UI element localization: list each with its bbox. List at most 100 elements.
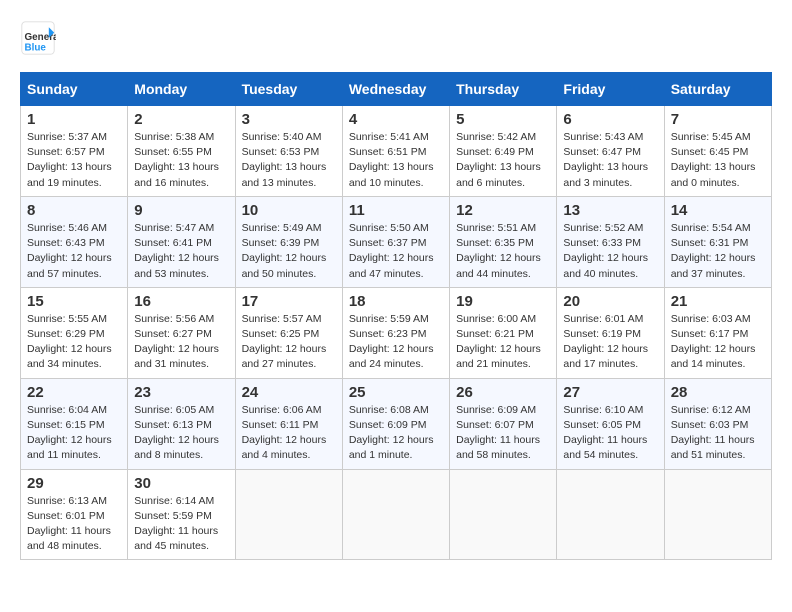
daylight-hours: Daylight: 12 hours and 17 minutes. bbox=[563, 342, 657, 372]
calendar-week-row: 15Sunrise: 5:55 AMSunset: 6:29 PMDayligh… bbox=[21, 287, 772, 378]
day-number: 19 bbox=[456, 293, 550, 310]
calendar-cell: 27 Sunrise: 6:10 AMSunset: 6:05 PMDayligh… bbox=[557, 378, 664, 469]
sunset-info: Sunset: 6:09 PM bbox=[349, 418, 443, 433]
calendar-table: SundayMondayTuesdayWednesdayThursdayFrid… bbox=[20, 72, 772, 560]
sunset-info: Sunset: 6:37 PM bbox=[349, 236, 443, 251]
sunset-info: Sunset: 6:57 PM bbox=[27, 145, 121, 160]
day-number: 17 bbox=[242, 293, 336, 310]
sunrise-info: Sunrise: 5:37 AM bbox=[27, 130, 121, 145]
calendar-cell: 12 Sunrise: 5:51 AMSunset: 6:35 PMDayligh… bbox=[450, 196, 557, 287]
calendar-cell: 10Sunrise: 5:49 AMSunset: 6:39 PMDayligh… bbox=[235, 196, 342, 287]
daylight-hours: Daylight: 11 hours and 45 minutes. bbox=[134, 524, 228, 554]
calendar-cell: 6Sunrise: 5:43 AMSunset: 6:47 PMDaylight… bbox=[557, 106, 664, 197]
day-number: 13 bbox=[563, 202, 657, 219]
calendar-cell: 30 Sunrise: 6:14 AMSunset: 5:59 PMDayligh… bbox=[128, 469, 235, 560]
daylight-hours: Daylight: 12 hours and 27 minutes. bbox=[242, 342, 336, 372]
daylight-hours: Daylight: 12 hours and 4 minutes. bbox=[242, 433, 336, 463]
calendar-cell bbox=[342, 469, 449, 560]
daylight-hours: Daylight: 12 hours and 47 minutes. bbox=[349, 251, 443, 281]
day-number: 30 bbox=[134, 475, 228, 492]
sunset-info: Sunset: 6:43 PM bbox=[27, 236, 121, 251]
calendar-cell: 24 Sunrise: 6:06 AMSunset: 6:11 PMDayligh… bbox=[235, 378, 342, 469]
sunset-info: Sunset: 6:23 PM bbox=[349, 327, 443, 342]
daylight-hours: Daylight: 12 hours and 34 minutes. bbox=[27, 342, 121, 372]
calendar-week-row: 29Sunrise: 6:13 AMSunset: 6:01 PMDayligh… bbox=[21, 469, 772, 560]
sunrise-info: Sunrise: 6:10 AM bbox=[563, 403, 657, 418]
day-info: Sunrise: 6:06 AMSunset: 6:11 PMDaylight:… bbox=[242, 403, 336, 464]
day-info: Sunrise: 6:10 AMSunset: 6:05 PMDaylight:… bbox=[563, 403, 657, 464]
day-number: 14 bbox=[671, 202, 765, 219]
sunrise-info: Sunrise: 5:49 AM bbox=[242, 221, 336, 236]
sunset-info: Sunset: 6:29 PM bbox=[27, 327, 121, 342]
day-info: Sunrise: 5:50 AMSunset: 6:37 PMDaylight:… bbox=[349, 221, 443, 282]
day-info: Sunrise: 5:57 AMSunset: 6:25 PMDaylight:… bbox=[242, 312, 336, 373]
sunrise-info: Sunrise: 6:06 AM bbox=[242, 403, 336, 418]
day-of-week-header: Sunday bbox=[21, 73, 128, 106]
calendar-cell bbox=[664, 469, 771, 560]
daylight-hours: Daylight: 13 hours and 10 minutes. bbox=[349, 160, 443, 190]
day-number: 7 bbox=[671, 111, 765, 128]
sunset-info: Sunset: 6:55 PM bbox=[134, 145, 228, 160]
daylight-hours: Daylight: 12 hours and 50 minutes. bbox=[242, 251, 336, 281]
sunset-info: Sunset: 6:01 PM bbox=[27, 509, 121, 524]
sunset-info: Sunset: 6:53 PM bbox=[242, 145, 336, 160]
sunrise-info: Sunrise: 5:47 AM bbox=[134, 221, 228, 236]
daylight-hours: Daylight: 13 hours and 0 minutes. bbox=[671, 160, 765, 190]
day-number: 5 bbox=[456, 111, 550, 128]
daylight-hours: Daylight: 11 hours and 48 minutes. bbox=[27, 524, 121, 554]
sunset-info: Sunset: 6:39 PM bbox=[242, 236, 336, 251]
sunrise-info: Sunrise: 5:41 AM bbox=[349, 130, 443, 145]
sunset-info: Sunset: 6:07 PM bbox=[456, 418, 550, 433]
calendar-cell: 13Sunrise: 5:52 AMSunset: 6:33 PMDayligh… bbox=[557, 196, 664, 287]
logo: General Blue bbox=[20, 20, 62, 56]
day-number: 21 bbox=[671, 293, 765, 310]
day-info: Sunrise: 5:59 AMSunset: 6:23 PMDaylight:… bbox=[349, 312, 443, 373]
day-info: Sunrise: 6:14 AMSunset: 5:59 PMDaylight:… bbox=[134, 494, 228, 555]
day-of-week-header: Tuesday bbox=[235, 73, 342, 106]
daylight-hours: Daylight: 12 hours and 40 minutes. bbox=[563, 251, 657, 281]
calendar-cell: 20Sunrise: 6:01 AMSunset: 6:19 PMDayligh… bbox=[557, 287, 664, 378]
day-info: Sunrise: 5:37 AMSunset: 6:57 PMDaylight:… bbox=[27, 130, 121, 191]
day-number: 1 bbox=[27, 111, 121, 128]
calendar-cell: 15Sunrise: 5:55 AMSunset: 6:29 PMDayligh… bbox=[21, 287, 128, 378]
day-info: Sunrise: 5:51 AMSunset: 6:35 PMDaylight:… bbox=[456, 221, 550, 282]
day-info: Sunrise: 5:38 AMSunset: 6:55 PMDaylight:… bbox=[134, 130, 228, 191]
sunset-info: Sunset: 6:11 PM bbox=[242, 418, 336, 433]
calendar-week-row: 1Sunrise: 5:37 AMSunset: 6:57 PMDaylight… bbox=[21, 106, 772, 197]
day-number: 8 bbox=[27, 202, 121, 219]
sunrise-info: Sunrise: 5:54 AM bbox=[671, 221, 765, 236]
sunset-info: Sunset: 5:59 PM bbox=[134, 509, 228, 524]
day-number: 9 bbox=[134, 202, 228, 219]
sunrise-info: Sunrise: 6:13 AM bbox=[27, 494, 121, 509]
day-info: Sunrise: 6:12 AMSunset: 6:03 PMDaylight:… bbox=[671, 403, 765, 464]
daylight-hours: Daylight: 13 hours and 3 minutes. bbox=[563, 160, 657, 190]
daylight-hours: Daylight: 12 hours and 24 minutes. bbox=[349, 342, 443, 372]
sunset-info: Sunset: 6:49 PM bbox=[456, 145, 550, 160]
day-number: 23 bbox=[134, 384, 228, 401]
calendar-cell: 21Sunrise: 6:03 AMSunset: 6:17 PMDayligh… bbox=[664, 287, 771, 378]
day-number: 28 bbox=[671, 384, 765, 401]
day-number: 25 bbox=[349, 384, 443, 401]
calendar-cell: 17 Sunrise: 5:57 AMSunset: 6:25 PMDayligh… bbox=[235, 287, 342, 378]
sunset-info: Sunset: 6:33 PM bbox=[563, 236, 657, 251]
calendar-cell: 18Sunrise: 5:59 AMSunset: 6:23 PMDayligh… bbox=[342, 287, 449, 378]
day-number: 27 bbox=[563, 384, 657, 401]
day-number: 16 bbox=[134, 293, 228, 310]
calendar-cell: 3Sunrise: 5:40 AMSunset: 6:53 PMDaylight… bbox=[235, 106, 342, 197]
calendar-cell: 8Sunrise: 5:46 AMSunset: 6:43 PMDaylight… bbox=[21, 196, 128, 287]
calendar-cell: 25Sunrise: 6:08 AMSunset: 6:09 PMDayligh… bbox=[342, 378, 449, 469]
daylight-hours: Daylight: 11 hours and 51 minutes. bbox=[671, 433, 765, 463]
day-of-week-header: Saturday bbox=[664, 73, 771, 106]
day-info: Sunrise: 5:40 AMSunset: 6:53 PMDaylight:… bbox=[242, 130, 336, 191]
day-of-week-header: Thursday bbox=[450, 73, 557, 106]
day-number: 12 bbox=[456, 202, 550, 219]
calendar-week-row: 8 Sunrise: 5:46 AMSunset: 6:43 PM Daylight… bbox=[21, 196, 772, 287]
calendar-cell bbox=[235, 469, 342, 560]
day-info: Sunrise: 5:49 AMSunset: 6:39 PMDaylight:… bbox=[242, 221, 336, 282]
sunset-info: Sunset: 6:35 PM bbox=[456, 236, 550, 251]
svg-text:Blue: Blue bbox=[25, 43, 47, 54]
sunrise-info: Sunrise: 5:45 AM bbox=[671, 130, 765, 145]
sunrise-info: Sunrise: 5:46 AM bbox=[27, 221, 121, 236]
day-info: Sunrise: 6:09 AMSunset: 6:07 PMDaylight:… bbox=[456, 403, 550, 464]
day-number: 24 bbox=[242, 384, 336, 401]
